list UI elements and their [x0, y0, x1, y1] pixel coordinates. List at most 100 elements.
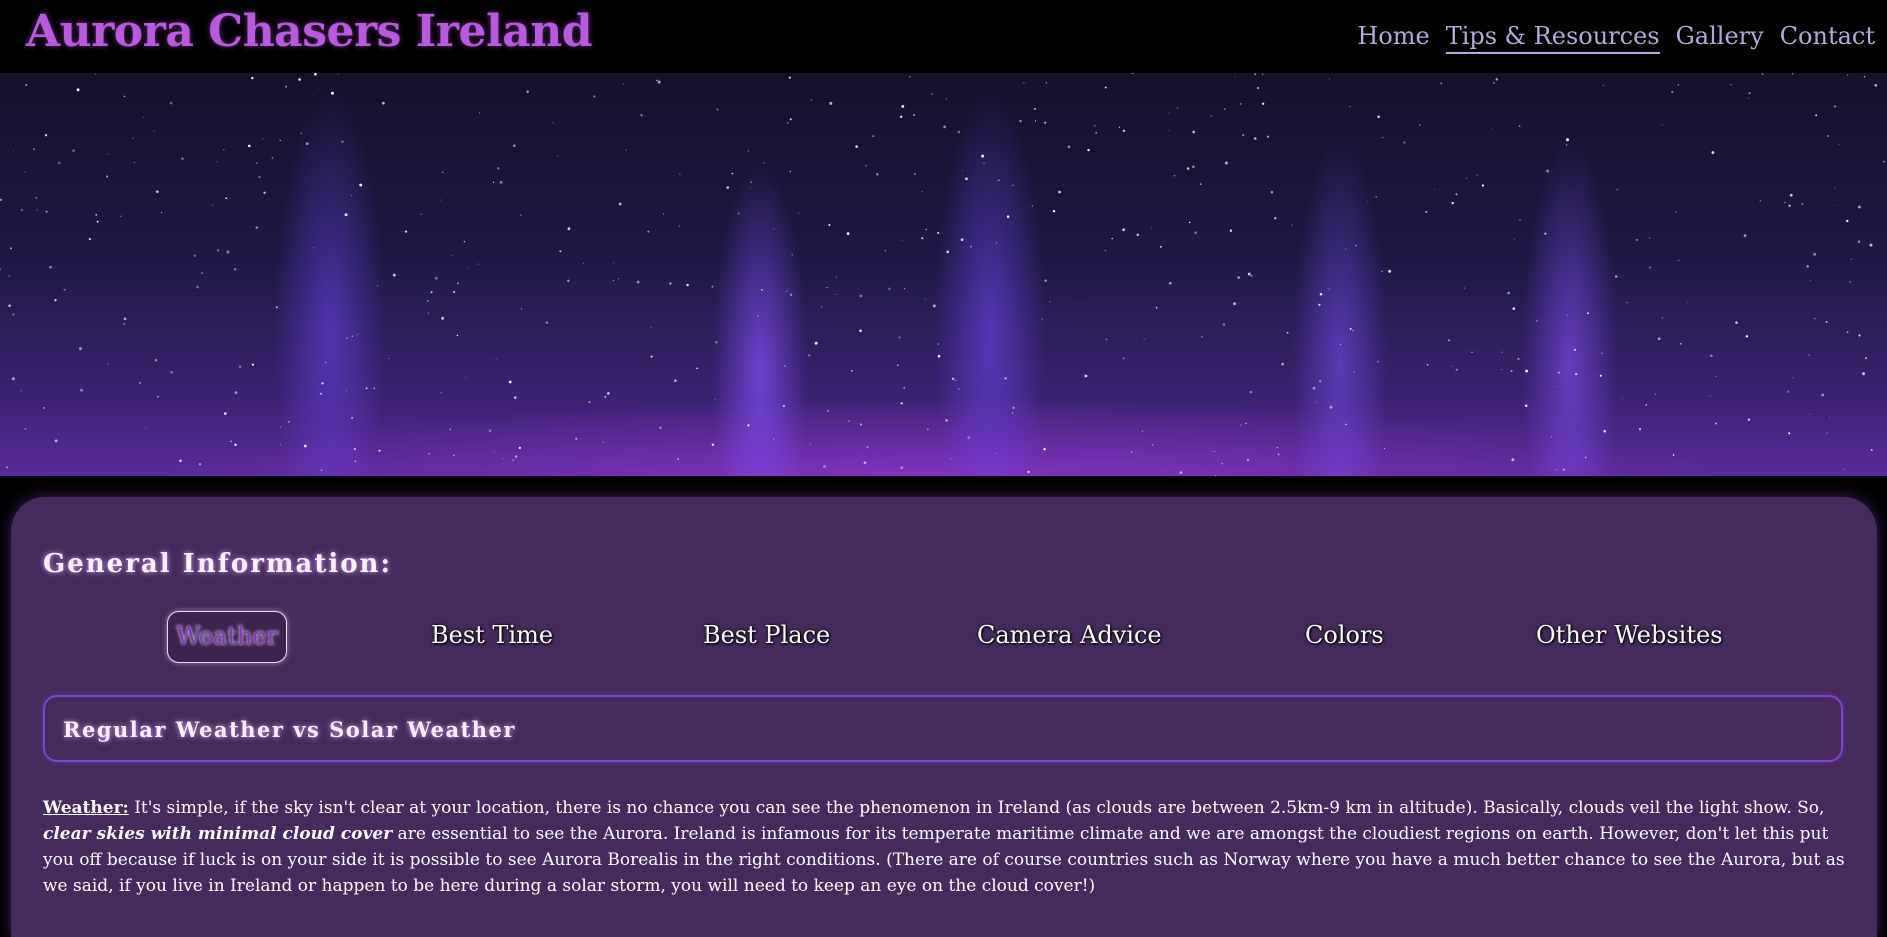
star [169, 101, 173, 105]
nav-home[interactable]: Home [1357, 22, 1429, 54]
star [1276, 446, 1278, 449]
star [903, 386, 905, 389]
star [1864, 356, 1868, 360]
star [1788, 204, 1791, 207]
star [1636, 239, 1638, 241]
paragraph-emphasis: clear skies with minimal cloud cover [43, 824, 393, 844]
star [1027, 470, 1030, 473]
star [463, 240, 466, 243]
star [449, 428, 452, 431]
star [945, 98, 947, 100]
star [1846, 331, 1849, 334]
star [1340, 344, 1342, 346]
star [314, 73, 317, 76]
star [1813, 317, 1816, 320]
star [143, 116, 145, 118]
star [900, 402, 903, 405]
star [750, 181, 753, 184]
star [1710, 354, 1713, 357]
star [716, 108, 719, 111]
star [763, 162, 765, 164]
nav-contact[interactable]: Contact [1780, 22, 1875, 54]
star [913, 173, 916, 175]
star [711, 285, 714, 288]
star [807, 354, 811, 357]
star [1419, 124, 1421, 126]
star [604, 395, 607, 398]
star [1214, 475, 1216, 476]
star [1654, 393, 1657, 396]
star [679, 173, 681, 175]
star [1573, 348, 1576, 351]
star [54, 299, 57, 302]
star [659, 426, 662, 430]
star [1616, 189, 1618, 191]
tab-other-websites[interactable]: Other Websites [1536, 611, 1723, 663]
star [1574, 372, 1578, 376]
star [49, 265, 52, 269]
star [1747, 418, 1751, 421]
star [72, 149, 75, 153]
nav-tips-resources[interactable]: Tips & Resources [1445, 22, 1660, 54]
star [1286, 331, 1289, 334]
star [42, 407, 45, 409]
star [1240, 424, 1242, 426]
site-logo[interactable]: Aurora Chasers Ireland [26, 6, 592, 57]
star [353, 447, 356, 451]
star [593, 95, 596, 98]
star [263, 191, 266, 194]
star [789, 118, 792, 121]
star [280, 426, 282, 428]
star [1319, 293, 1323, 296]
star [1792, 377, 1794, 379]
star [94, 73, 97, 75]
star [946, 250, 950, 254]
star [298, 78, 301, 81]
star [827, 410, 829, 412]
star [1281, 362, 1285, 366]
star [96, 220, 99, 223]
star [931, 93, 933, 95]
star [1111, 237, 1113, 240]
star [1495, 78, 1499, 81]
star [520, 214, 522, 216]
star [426, 299, 429, 302]
paragraph-text-1: It's simple, if the sky isn't clear at y… [128, 798, 1825, 818]
star [640, 114, 643, 117]
star [1566, 138, 1569, 142]
star [1518, 125, 1521, 127]
star [20, 208, 24, 212]
star [647, 230, 650, 233]
star [1661, 124, 1663, 126]
star [1507, 291, 1511, 295]
tab-colors[interactable]: Colors [1305, 611, 1384, 663]
star [1501, 351, 1503, 353]
star [0, 268, 2, 271]
star [789, 170, 792, 173]
tab-best-time[interactable]: Best Time [431, 611, 553, 663]
star [1084, 374, 1088, 378]
star [1869, 243, 1873, 247]
paragraph-lead: Weather: [43, 798, 129, 818]
star [996, 242, 998, 244]
tab-camera-advice[interactable]: Camera Advice [977, 611, 1162, 663]
star [428, 453, 430, 455]
nav-gallery[interactable]: Gallery [1676, 22, 1764, 54]
star [88, 237, 92, 241]
star [960, 238, 964, 241]
star [1828, 417, 1830, 418]
star [1870, 449, 1873, 452]
star [288, 420, 290, 423]
tab-best-place[interactable]: Best Place [703, 611, 830, 663]
star [1791, 73, 1794, 75]
star [575, 437, 578, 440]
star [1524, 404, 1528, 407]
star [1194, 231, 1197, 235]
star [1213, 451, 1215, 452]
star [898, 336, 901, 339]
star [1122, 228, 1125, 232]
star [234, 391, 238, 395]
star [271, 156, 274, 159]
star [201, 272, 203, 274]
tab-weather[interactable]: Weather [167, 611, 287, 663]
